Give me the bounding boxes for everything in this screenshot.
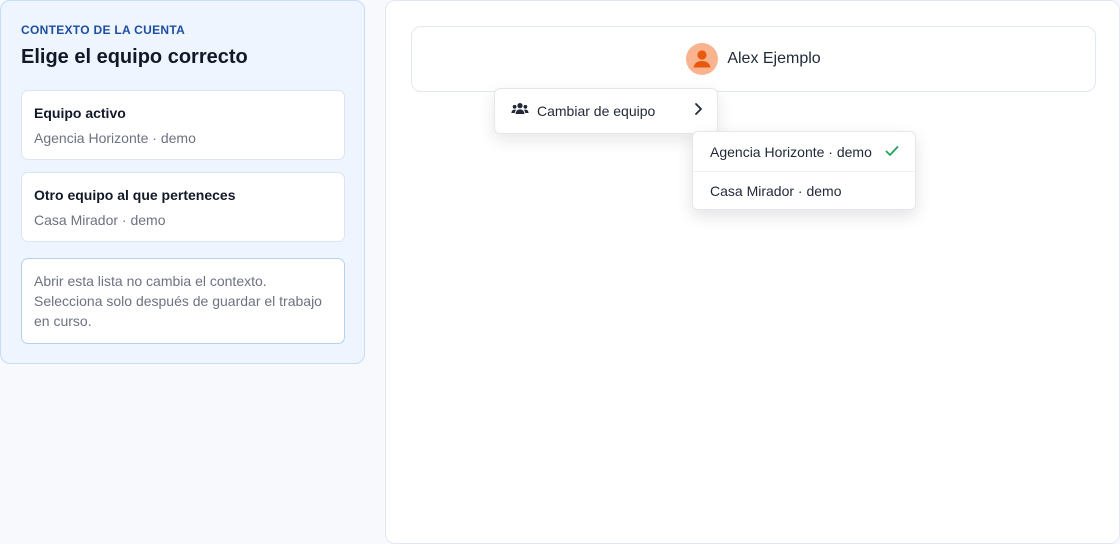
- team-option-label: Casa Mirador · demo: [710, 183, 842, 199]
- switch-team-menu-item[interactable]: Cambiar de equipo: [494, 88, 718, 134]
- check-icon: [885, 144, 899, 160]
- panel-title: Elige el equipo correcto: [21, 46, 248, 68]
- context-note: Abrir esta lista no cambia el contexto. …: [21, 258, 345, 344]
- active-team-card: Equipo activo Agencia Horizonte · demo: [21, 90, 345, 160]
- account-bar[interactable]: Alex Ejemplo: [411, 26, 1096, 92]
- user-name: Alex Ejemplo: [727, 50, 821, 67]
- team-option-agencia-horizonte[interactable]: Agencia Horizonte · demo: [693, 132, 915, 171]
- users-icon: [511, 102, 529, 121]
- account-context-panel: CONTEXTO DE LA CUENTA Elige el equipo co…: [0, 0, 365, 364]
- team-option-label: Agencia Horizonte · demo: [710, 143, 872, 160]
- team-option-casa-mirador[interactable]: Casa Mirador · demo: [693, 171, 915, 210]
- main-panel: Alex Ejemplo: [385, 0, 1120, 544]
- panel-eyebrow: CONTEXTO DE LA CUENTA: [21, 23, 186, 37]
- other-team-label: Otro equipo al que perteneces: [34, 187, 236, 203]
- team-options-submenu: Agencia Horizonte · demo Casa Mirador · …: [692, 131, 916, 210]
- active-team-value: Agencia Horizonte · demo: [34, 130, 196, 146]
- other-team-value: Casa Mirador · demo: [34, 212, 166, 228]
- chevron-right-icon: [693, 102, 703, 121]
- user-icon: [686, 43, 719, 75]
- other-team-card: Otro equipo al que perteneces Casa Mirad…: [21, 172, 345, 242]
- active-team-label: Equipo activo: [34, 105, 126, 121]
- switch-team-label: Cambiar de equipo: [537, 103, 656, 119]
